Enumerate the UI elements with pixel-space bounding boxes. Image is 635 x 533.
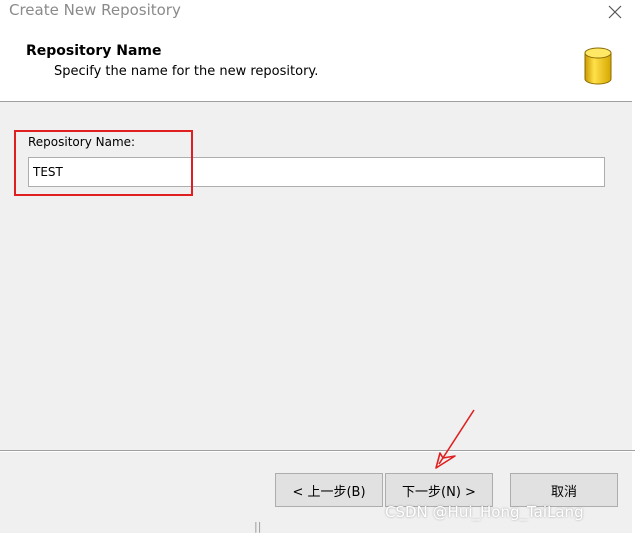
create-repository-dialog: Create New Repository Repository Name Sp…	[0, 0, 635, 533]
page-title: Repository Name	[26, 43, 162, 59]
repository-name-input[interactable]	[28, 157, 605, 187]
watermark: CSDN @Hui_Hong_TaiLang	[385, 503, 584, 521]
next-button[interactable]: 下一步(N) >	[385, 473, 493, 507]
database-icon	[584, 47, 612, 85]
cancel-button[interactable]: 取消	[510, 473, 618, 507]
window-title: Create New Repository	[9, 1, 181, 19]
back-button[interactable]: < 上一步(B)	[275, 473, 383, 507]
arrow-annotation	[435, 409, 475, 469]
divider-mark: ||	[254, 520, 262, 533]
title-bar: Create New Repository	[0, 0, 635, 28]
footer-divider-highlight	[0, 451, 635, 452]
page-subtitle: Specify the name for the new repository.	[54, 64, 319, 79]
wizard-header: Repository Name Specify the name for the…	[0, 28, 635, 101]
close-icon	[608, 5, 622, 19]
repository-name-label: Repository Name:	[28, 135, 136, 149]
close-button[interactable]	[595, 0, 635, 24]
header-divider	[0, 101, 635, 102]
